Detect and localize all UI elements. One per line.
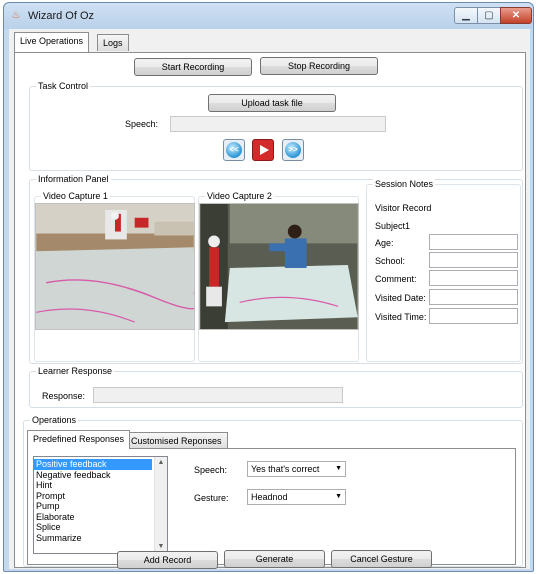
visited-date-label: Visited Date:	[375, 293, 426, 303]
video-capture-1-label: Video Capture 1	[41, 191, 110, 202]
window-client: Live Operations Logs Start Recording Sto…	[9, 29, 530, 569]
rewind-button[interactable]: <<	[223, 139, 245, 161]
list-item[interactable]: Elaborate	[34, 512, 167, 523]
stop-recording-button[interactable]: Stop Recording	[260, 57, 378, 75]
tab-live-operations[interactable]: Live Operations	[14, 32, 90, 52]
learner-response-label: Learner Response	[36, 366, 115, 377]
list-item[interactable]: Splice	[34, 522, 167, 533]
rewind-icon: <<	[226, 142, 242, 158]
visitor-record-label: Visitor Record	[375, 203, 432, 213]
speech-select-value: Yes that's correct	[251, 464, 320, 474]
tab-customised-responses[interactable]: Customised Reponses	[125, 432, 228, 448]
app-icon: ♨	[11, 10, 21, 21]
response-field[interactable]	[93, 387, 343, 403]
list-item[interactable]: Positive feedback	[34, 459, 152, 470]
responses-list-scrollbar[interactable]: ▲ ▼	[154, 457, 167, 553]
generate-button[interactable]: Generate	[224, 550, 325, 568]
session-notes-group: Session Notes Visitor Record Subject1 Ag…	[366, 179, 521, 362]
responses-list[interactable]: Positive feedback Negative feedback Hint Pr…	[33, 456, 168, 554]
session-notes-label: Session Notes	[373, 179, 436, 190]
fast-forward-button[interactable]: >>	[282, 139, 304, 161]
video-capture-2-feed	[199, 203, 359, 330]
subject-label: Subject1	[375, 221, 411, 231]
speech-label: Speech:	[125, 119, 159, 129]
maximize-button[interactable]: ▢	[477, 7, 501, 24]
visited-date-field[interactable]	[429, 289, 518, 305]
information-panel-label: Information Panel	[36, 174, 111, 185]
video-capture-1-feed	[35, 203, 195, 330]
response-label: Response:	[42, 391, 86, 401]
comment-field[interactable]	[429, 270, 518, 286]
school-label: School:	[375, 256, 406, 266]
gesture-label: Gesture:	[194, 493, 229, 503]
fast-forward-icon: >>	[285, 142, 301, 158]
list-item[interactable]: Summarize	[34, 533, 167, 544]
information-panel-group: Information Panel Video Capture 1 Video …	[29, 174, 523, 364]
tab-predefined-responses[interactable]: Predefined Responses	[27, 430, 131, 449]
list-item[interactable]: Hint	[34, 480, 167, 491]
gesture-select[interactable]: Headnod ▼	[247, 489, 346, 505]
visited-time-label: Visited Time:	[375, 312, 427, 322]
cancel-gesture-button[interactable]: Cancel Gesture	[331, 550, 432, 568]
close-button[interactable]: ✕	[500, 7, 532, 24]
operations-speech-label: Speech:	[194, 465, 228, 475]
add-record-button[interactable]: Add Record	[117, 551, 218, 569]
window-title: Wizard Of Oz	[28, 10, 95, 22]
chevron-down-icon: ▼	[335, 493, 342, 500]
tab-logs[interactable]: Logs	[97, 34, 129, 51]
task-control-label: Task Control	[36, 81, 91, 92]
chevron-down-icon: ▼	[335, 465, 342, 472]
list-item[interactable]: Prompt	[34, 491, 167, 502]
comment-label: Comment:	[375, 274, 417, 284]
visited-time-field[interactable]	[429, 308, 518, 324]
age-label: Age:	[375, 238, 394, 248]
play-button[interactable]	[252, 139, 274, 161]
video-capture-2-label: Video Capture 2	[205, 191, 274, 202]
operations-label: Operations	[30, 415, 79, 426]
speech-field[interactable]	[170, 116, 386, 132]
school-field[interactable]	[429, 252, 518, 268]
gesture-select-value: Headnod	[251, 492, 288, 502]
task-control-group: Task Control Upload task file Speech: <<…	[29, 81, 523, 171]
main-window: ♨ Wizard Of Oz ▁ ▢ ✕ Live Operations Log…	[3, 2, 534, 572]
video-capture-1-group: Video Capture 1	[34, 191, 195, 362]
operations-group: Operations Predefined Responses Customis…	[23, 415, 523, 567]
minimize-button[interactable]: ▁	[454, 7, 478, 24]
list-item[interactable]: Pump	[34, 501, 167, 512]
learner-response-group: Learner Response Response:	[29, 366, 523, 408]
play-icon	[260, 145, 269, 155]
age-field[interactable]	[429, 234, 518, 250]
scroll-up-icon[interactable]: ▲	[155, 457, 167, 469]
predefined-responses-page: Positive feedback Negative feedback Hint Pr…	[27, 448, 516, 565]
title-bar[interactable]: ♨ Wizard Of Oz ▁ ▢ ✕	[4, 3, 533, 29]
upload-task-button[interactable]: Upload task file	[208, 94, 336, 112]
start-recording-button[interactable]: Start Recording	[134, 58, 252, 76]
speech-select[interactable]: Yes that's correct ▼	[247, 461, 346, 477]
list-item[interactable]: Negative feedback	[34, 470, 167, 481]
video-capture-2-group: Video Capture 2	[198, 191, 359, 362]
live-operations-page: Start Recording Stop Recording Task Cont…	[14, 52, 526, 568]
